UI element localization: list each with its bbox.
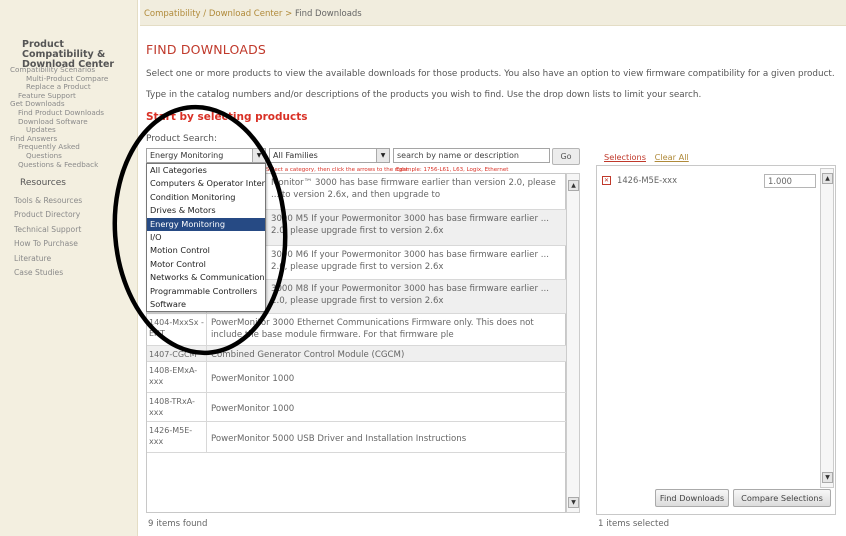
dropdown-option[interactable]: Motion Control: [147, 244, 265, 257]
selections-scrollbar[interactable]: ▲ ▼: [820, 168, 834, 488]
sidebar-link-purchase[interactable]: How To Purchase: [0, 237, 138, 252]
sidebar-link-directory[interactable]: Product Directory: [0, 208, 138, 223]
results-scrollbar[interactable]: ▲ ▼: [566, 173, 580, 513]
sidebar-nav: Compatibility Scenarios Multi-Product Co…: [0, 65, 138, 281]
dropdown-option[interactable]: Computers & Operator Interface: [147, 177, 265, 190]
breadcrumb-compatibility[interactable]: Compatibility: [144, 9, 201, 19]
list-item-catalog: 1408-EMxA- xxx: [147, 362, 207, 392]
dropdown-option[interactable]: Networks & Communications: [147, 271, 265, 284]
category-select[interactable]: Energy Monitoring ▼: [146, 148, 266, 163]
sidebar-item-download-software[interactable]: Download Software: [0, 117, 138, 127]
dropdown-option[interactable]: I/O: [147, 231, 265, 244]
list-item-catalog: 1407-CGCM: [147, 346, 207, 361]
clear-all-link[interactable]: Clear All: [655, 152, 689, 162]
sidebar-item-faq[interactable]: Frequently Asked: [0, 143, 138, 152]
list-item-catalog: 1408-TRxA- xxx: [147, 393, 207, 421]
sidebar-link-literature[interactable]: Literature: [0, 252, 138, 267]
items-selected-count: 1 items selected: [598, 519, 670, 529]
chevron-down-icon[interactable]: ▼: [252, 149, 265, 162]
search-input[interactable]: search by name or description: [393, 148, 550, 163]
dropdown-option[interactable]: All Categories: [147, 164, 265, 177]
selection-item-name: 1426-M5E-xxx: [617, 175, 678, 185]
intro-text-1: Select one or more products to view the …: [146, 69, 835, 79]
list-item[interactable]: 1426-M5E- xxx PowerMonitor 5000 USB Driv…: [147, 422, 567, 453]
list-item-description: PowerMonitor 3000 Ethernet Communication…: [211, 318, 534, 340]
start-heading: Start by selecting products: [146, 111, 308, 123]
product-search-label: Product Search:: [146, 134, 217, 144]
list-item[interactable]: 1408-TRxA- xxx PowerMonitor 1000: [147, 393, 567, 422]
quantity-field[interactable]: 1.000: [764, 174, 816, 188]
scroll-up-icon[interactable]: ▲: [822, 173, 833, 184]
list-item-description: PowerMonitor 5000 USB Driver and Install…: [211, 434, 467, 444]
dropdown-option-selected[interactable]: Energy Monitoring: [147, 217, 265, 231]
dropdown-option[interactable]: Software: [147, 298, 265, 311]
category-select-value: Energy Monitoring: [150, 151, 224, 160]
family-select[interactable]: All Families ▼: [269, 148, 390, 163]
dropdown-option[interactable]: Programmable Controllers: [147, 285, 265, 298]
scroll-down-icon[interactable]: ▼: [568, 497, 579, 508]
selections-panel: [596, 165, 836, 515]
sidebar-item-feedback[interactable]: Questions & Feedback: [0, 160, 138, 170]
selections-tabs: Selections Clear All: [604, 152, 695, 162]
tab-selections[interactable]: Selections: [604, 152, 646, 162]
breadcrumb: Compatibility / Download Center > Find D…: [140, 0, 846, 26]
sidebar-link-support[interactable]: Technical Support: [0, 223, 138, 238]
find-downloads-button[interactable]: Find Downloads: [655, 489, 729, 507]
list-item-catalog: 1404-MxxSx -ENT: [147, 314, 207, 345]
remove-icon[interactable]: ✕: [602, 176, 611, 185]
breadcrumb-current: Find Downloads: [294, 9, 362, 19]
breadcrumb-separator: >: [282, 9, 295, 19]
page-title: FIND DOWNLOADS: [146, 42, 267, 57]
family-select-value: All Families: [273, 151, 318, 160]
category-dropdown-list[interactable]: All Categories Computers & Operator Inte…: [146, 163, 266, 312]
intro-text-2: Type in the catalog numbers and/or descr…: [146, 90, 702, 100]
list-item-description: PowerMonitor 1000: [211, 374, 295, 384]
dropdown-option[interactable]: Motor Control: [147, 258, 265, 271]
list-item-description: PowerMonitor 1000: [211, 404, 295, 414]
list-item[interactable]: 1408-EMxA- xxx PowerMonitor 1000: [147, 362, 567, 393]
dropdown-option[interactable]: Condition Monitoring: [147, 191, 265, 204]
sidebar-link-tools[interactable]: Tools & Resources: [0, 194, 138, 209]
items-found-count: 9 items found: [148, 519, 208, 529]
compare-selections-button[interactable]: Compare Selections: [733, 489, 831, 507]
list-item-catalog: 1426-M5E- xxx: [147, 422, 207, 452]
dropdown-option[interactable]: Drives & Motors: [147, 204, 265, 217]
scroll-down-icon[interactable]: ▼: [822, 472, 833, 483]
breadcrumb-separator: /: [200, 9, 209, 19]
chevron-down-icon[interactable]: ▼: [376, 149, 389, 162]
sidebar-resources-heading: Resources: [20, 178, 66, 189]
sidebar: Product Compatibility & Download Center …: [0, 0, 138, 536]
list-item[interactable]: 1407-CGCM Combined Generator Control Mod…: [147, 346, 567, 362]
selection-row: ✕ 1426-M5E-xxx 1.000: [598, 174, 818, 188]
go-button[interactable]: Go: [552, 148, 580, 165]
sidebar-link-case-studies[interactable]: Case Studies: [0, 266, 138, 281]
list-item[interactable]: 1404-MxxSx -ENT PowerMonitor 3000 Ethern…: [147, 314, 567, 346]
breadcrumb-download-center[interactable]: Download Center: [209, 9, 283, 19]
scroll-up-icon[interactable]: ▲: [568, 180, 579, 191]
